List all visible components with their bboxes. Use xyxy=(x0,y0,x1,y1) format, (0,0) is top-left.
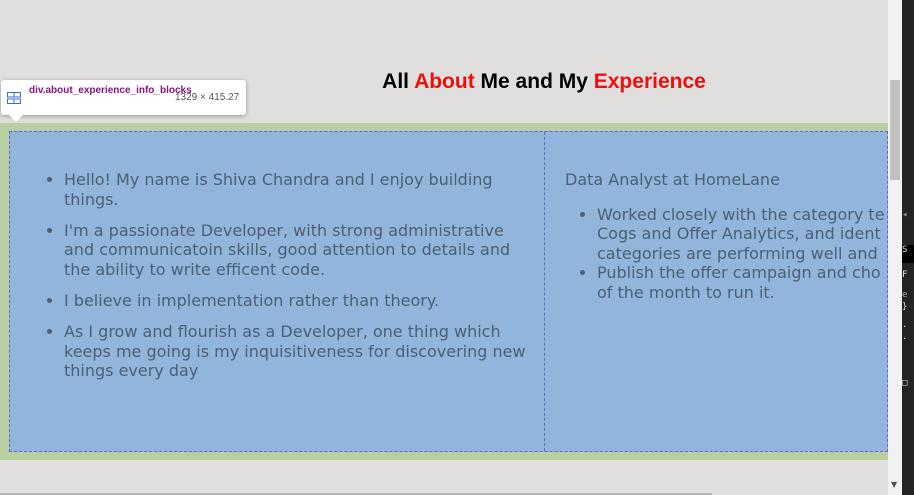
devtools-fragment: . xyxy=(902,332,908,342)
experience-list-item: Worked closely with the category te Cogs… xyxy=(597,205,889,264)
about-list-item: I'm a passionate Developer, with strong … xyxy=(64,221,544,280)
devtools-fragment: . xyxy=(902,320,908,330)
devtools-fragment: F xyxy=(902,270,908,280)
heading-part-1: All xyxy=(382,70,415,93)
scroll-down-arrow-icon[interactable]: ▼ xyxy=(891,480,897,489)
devtools-fragment: S xyxy=(902,245,914,263)
devtools-checkbox-icon[interactable]: □ xyxy=(902,378,914,388)
devtools-panel-edge: ◂ S F e } . . □ xyxy=(902,0,914,495)
experience-list-item: Publish the offer campaign and cho of th… xyxy=(597,263,889,302)
tooltip-element-size: 1329 × 415.27 xyxy=(175,92,240,103)
tooltip-element-name: div.about_experience_info_blocks xyxy=(29,85,192,96)
experience-line: Publish the offer campaign and cho xyxy=(597,263,881,283)
flex-container-icon xyxy=(7,92,21,104)
page-viewport: All About Me and My Experience Hello! My… xyxy=(0,0,888,495)
devtools-inspect-tooltip: div.about_experience_info_blocks 1329 × … xyxy=(1,80,246,122)
about-list-item: I believe in implementation rather than … xyxy=(64,291,544,311)
about-list-item: As I grow and flourish as a Developer, o… xyxy=(64,322,544,381)
about-list: Hello! My name is Shiva Chandra and I en… xyxy=(10,170,544,381)
devtools-fragment: } xyxy=(902,302,908,312)
experience-line: of the month to run it. xyxy=(597,282,775,302)
experience-list: Worked closely with the category te Cogs… xyxy=(565,205,889,303)
experience-line: categories are performing well and xyxy=(597,243,878,263)
experience-line: Worked closely with the category te xyxy=(597,204,885,224)
scrollbar-thumb[interactable] xyxy=(890,80,900,180)
column-divider xyxy=(544,132,545,451)
about-experience-info-blocks: Hello! My name is Shiva Chandra and I en… xyxy=(9,131,888,452)
experience-column: Data Analyst at HomeLane Worked closely … xyxy=(565,170,889,303)
heading-part-3: Me and My xyxy=(474,70,594,93)
about-column: Hello! My name is Shiva Chandra and I en… xyxy=(10,170,544,392)
devtools-fragment: e xyxy=(902,290,908,300)
experience-line: Cogs and Offer Analytics, and ident xyxy=(597,224,881,244)
heading-part-about: About xyxy=(414,70,475,93)
heading-part-experience: Experience xyxy=(593,70,706,93)
experience-title: Data Analyst at HomeLane xyxy=(565,170,780,189)
devtools-fragment: ◂ xyxy=(902,210,908,220)
about-list-item: Hello! My name is Shiva Chandra and I en… xyxy=(64,170,544,209)
vertical-scrollbar[interactable]: ▼ xyxy=(888,0,902,495)
